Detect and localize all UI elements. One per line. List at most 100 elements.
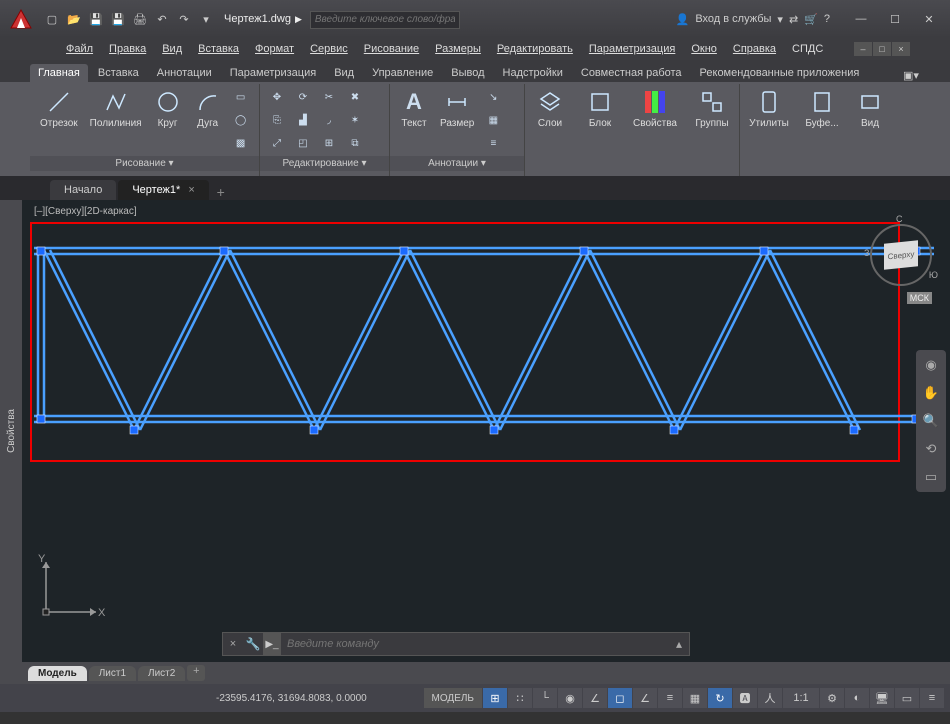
qat-more-icon[interactable]: ▾	[196, 9, 216, 29]
signin-icon[interactable]: 👤	[676, 13, 690, 26]
menu-format[interactable]: Формат	[249, 41, 300, 57]
cmd-circle[interactable]: Круг	[150, 86, 186, 154]
ribbon-fold-icon[interactable]: ▣▾	[902, 69, 920, 82]
status-workspace-icon[interactable]: ◐	[845, 688, 869, 708]
cmd-array-icon[interactable]: ⊞	[318, 132, 340, 154]
ribbon-tab-view[interactable]: Вид	[326, 64, 362, 82]
cmd-stretch-icon[interactable]: ⤢	[266, 132, 288, 154]
status-clean-icon[interactable]: ▭	[895, 688, 919, 708]
ribbon-tab-output[interactable]: Вывод	[443, 64, 492, 82]
cmd-clip[interactable]: Буфе...	[804, 86, 840, 131]
cmd-copy-icon[interactable]: ⎘	[266, 109, 288, 131]
tab-close-icon[interactable]: ×	[188, 184, 194, 196]
menu-edit[interactable]: Правка	[103, 41, 152, 57]
nav-wheel-icon[interactable]: ◉	[920, 354, 942, 376]
status-gear-icon[interactable]: ⚙	[820, 688, 844, 708]
drawing-tab-start[interactable]: Начало	[50, 180, 116, 200]
nav-showmotion-icon[interactable]: ▭	[920, 466, 942, 488]
menu-draw[interactable]: Рисование	[358, 41, 425, 57]
cmd-hatch-icon[interactable]: ▩	[230, 132, 252, 154]
cmd-move-icon[interactable]: ✥	[266, 86, 288, 108]
cmd-props[interactable]: Свойства	[631, 86, 679, 131]
drawing-canvas[interactable]: [–][Сверху][2D-каркас]	[22, 200, 950, 662]
cmd-line[interactable]: Отрезок	[36, 86, 82, 154]
panel-modify-title[interactable]: Редактирование ▾	[260, 156, 389, 171]
nav-orbit-icon[interactable]: ⟲	[920, 438, 942, 460]
menu-modify[interactable]: Редактировать	[491, 41, 579, 57]
ribbon-tab-insert[interactable]: Вставка	[90, 64, 147, 82]
panel-annot-title[interactable]: Аннотации ▾	[390, 156, 524, 171]
saveas-icon[interactable]: 💾	[108, 9, 128, 29]
signin-label[interactable]: Вход в службы	[695, 13, 771, 25]
cmd-layers[interactable]: Слои	[531, 86, 569, 131]
cmd-fillet-icon[interactable]: ◞	[318, 109, 340, 131]
status-annovis-icon[interactable]: 人	[758, 688, 782, 708]
cmd-table-icon[interactable]: ▦	[482, 109, 504, 131]
cmd-dim[interactable]: Размер	[436, 86, 478, 154]
status-ortho-icon[interactable]: └	[533, 688, 557, 708]
cube-top-face[interactable]: Сверху	[884, 240, 918, 270]
status-annoscale-icon[interactable]: 🅰	[733, 688, 757, 708]
help-icon[interactable]: ?	[824, 13, 830, 25]
new-icon[interactable]: ▢	[42, 9, 62, 29]
doc-dropdown-icon[interactable]: ▶	[295, 14, 302, 25]
cmd-ellipse-icon[interactable]: ◯	[230, 109, 252, 131]
panel-draw-title[interactable]: Рисование ▾	[30, 156, 259, 171]
status-lwt-icon[interactable]: ≡	[658, 688, 682, 708]
view-cube[interactable]: С З Ю Сверху МСК	[870, 224, 932, 286]
menu-param[interactable]: Параметризация	[583, 41, 681, 57]
mdi-close-icon[interactable]: ×	[892, 42, 910, 56]
add-layout-button[interactable]: +	[187, 665, 205, 681]
undo-icon[interactable]: ↶	[152, 9, 172, 29]
search-input[interactable]	[310, 11, 460, 29]
search-box[interactable]	[310, 9, 460, 29]
ribbon-tab-annot[interactable]: Аннотации	[149, 64, 220, 82]
nav-pan-icon[interactable]: ✋	[920, 382, 942, 404]
status-iso-icon[interactable]: ∠	[583, 688, 607, 708]
signin-dropdown-icon[interactable]: ▾	[777, 13, 783, 26]
cmd-arc[interactable]: Дуга	[190, 86, 226, 154]
ribbon-tab-manage[interactable]: Управление	[364, 64, 441, 82]
layout-tab-sheet2[interactable]: Лист2	[138, 666, 185, 681]
cmd-trim-icon[interactable]: ✂	[318, 86, 340, 108]
cmdline-config-icon[interactable]: 🔧	[243, 637, 263, 651]
cmd-explode-icon[interactable]: ✶	[344, 109, 366, 131]
menu-file[interactable]: Файл	[60, 41, 99, 57]
menu-insert[interactable]: Вставка	[192, 41, 245, 57]
ribbon-tab-collab[interactable]: Совместная работа	[573, 64, 690, 82]
mdi-max-icon[interactable]: □	[873, 42, 891, 56]
close-button[interactable]: ✕	[912, 7, 946, 31]
status-grid-icon[interactable]: ⊞	[483, 688, 507, 708]
menu-help[interactable]: Справка	[727, 41, 782, 57]
ribbon-tab-featured[interactable]: Рекомендованные приложения	[692, 64, 868, 82]
cmd-block[interactable]: Блок	[581, 86, 619, 131]
command-input[interactable]	[281, 633, 669, 655]
nav-zoom-icon[interactable]: 🔍	[920, 410, 942, 432]
status-modelspace[interactable]: МОДЕЛЬ	[424, 688, 482, 708]
cmd-erase-icon[interactable]: ✖	[344, 86, 366, 108]
new-drawing-tab[interactable]: +	[211, 184, 231, 200]
menu-window[interactable]: Окно	[685, 41, 723, 57]
status-monitor-icon[interactable]: 🖥	[870, 688, 894, 708]
command-line[interactable]: × 🔧 ▶_ ▴	[222, 632, 690, 656]
cmdline-close-icon[interactable]: ×	[223, 638, 243, 650]
coordinates-readout[interactable]: -23595.4176, 31694.8083, 0.0000	[216, 693, 367, 704]
cmdline-history-icon[interactable]: ▴	[669, 637, 689, 651]
cmd-rotate-icon[interactable]: ⟳	[292, 86, 314, 108]
cmd-mtext-icon[interactable]: ≡	[482, 132, 504, 154]
wcs-label[interactable]: МСК	[907, 292, 932, 304]
minimize-button[interactable]: —	[844, 7, 878, 31]
menu-tools[interactable]: Сервис	[304, 41, 354, 57]
cmd-groups[interactable]: Группы	[691, 86, 733, 131]
app-logo[interactable]	[4, 4, 38, 34]
plot-icon[interactable]: 🖨	[130, 9, 150, 29]
status-custom-icon[interactable]: ≡	[920, 688, 944, 708]
properties-palette-bar[interactable]: Свойства	[0, 200, 22, 662]
save-icon[interactable]: 💾	[86, 9, 106, 29]
cart-icon[interactable]: 🛒	[804, 13, 818, 26]
cmd-view[interactable]: Вид	[852, 86, 888, 131]
status-polar-icon[interactable]: ◉	[558, 688, 582, 708]
cmd-text[interactable]: AТекст	[396, 86, 432, 154]
status-scale[interactable]: 1:1	[783, 688, 819, 708]
cmd-scale-icon[interactable]: ◰	[292, 132, 314, 154]
